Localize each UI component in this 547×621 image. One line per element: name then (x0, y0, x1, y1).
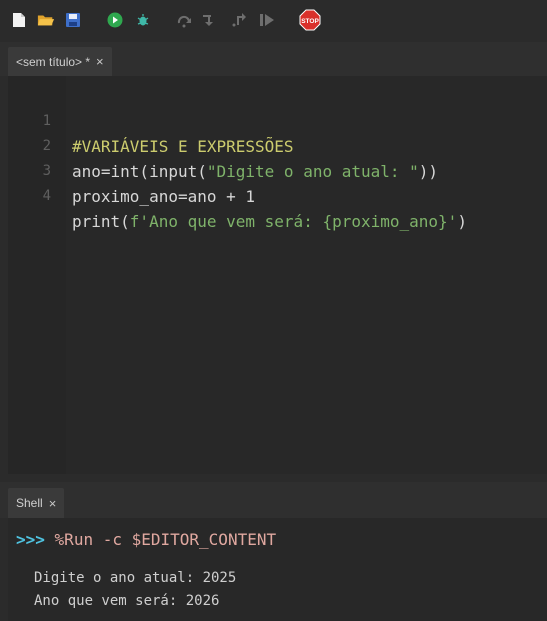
stop-icon-label: STOP (301, 18, 319, 25)
tab-shell[interactable]: Shell × (8, 488, 65, 518)
shell-console[interactable]: >>> %Run -c $EDITOR_CONTENT Digite o ano… (8, 518, 547, 621)
code-text: proximo_ano=ano + 1 (72, 187, 256, 206)
close-icon[interactable]: × (96, 54, 104, 69)
code-line: 4 print(f'Ano que vem será: {proximo_ano… (8, 159, 547, 231)
code-token: print( (72, 212, 130, 231)
shell-tab-bar: Shell × (0, 482, 547, 518)
new-file-icon[interactable] (10, 11, 28, 29)
tab-shell-label: Shell (16, 496, 43, 510)
code-area[interactable]: 1 #VARIÁVEIS E EXPRESSÕES 2 ano=int(inpu… (8, 84, 547, 231)
tab-untitled-label: <sem título> * (16, 54, 91, 69)
line-number: 4 (42, 188, 51, 204)
step-over-icon (176, 11, 194, 29)
code-line: 1 #VARIÁVEIS E EXPRESSÕES (8, 84, 547, 156)
debug-icon[interactable] (134, 11, 152, 29)
close-icon[interactable]: × (49, 496, 57, 511)
code-line: 2 ano=int(input("Digite o ano atual: ")) (8, 109, 547, 181)
code-string: f'Ano que vem será: {proximo_ano}' (129, 212, 458, 231)
shell-command-line: >>> %Run -c $EDITOR_CONTENT (16, 530, 276, 549)
stop-icon[interactable]: STOP (298, 9, 322, 31)
shell-command: %Run -c $EDITOR_CONTENT (54, 530, 277, 549)
step-out-icon (230, 11, 248, 29)
code-text: print(f'Ano que vem será: {proximo_ano}'… (72, 209, 467, 234)
open-folder-icon[interactable] (37, 11, 55, 29)
resume-icon (258, 11, 276, 29)
shell-output-line: Ano que vem será: 2026 (34, 593, 220, 609)
editor-tab-bar: <sem título> * × (0, 42, 547, 76)
tab-untitled[interactable]: <sem título> * × (8, 47, 112, 76)
run-icon[interactable] (106, 11, 124, 29)
shell-output-line: Digite o ano atual: 2025 (34, 570, 237, 586)
code-token: ) (457, 212, 467, 231)
toolbar: STOP (0, 0, 547, 42)
code-editor[interactable]: 1 #VARIÁVEIS E EXPRESSÕES 2 ano=int(inpu… (8, 76, 547, 474)
save-icon[interactable] (64, 11, 82, 29)
code-line: 3 proximo_ano=ano + 1 (8, 134, 547, 206)
step-into-icon (201, 11, 219, 29)
shell-prompt: >>> (16, 530, 45, 549)
